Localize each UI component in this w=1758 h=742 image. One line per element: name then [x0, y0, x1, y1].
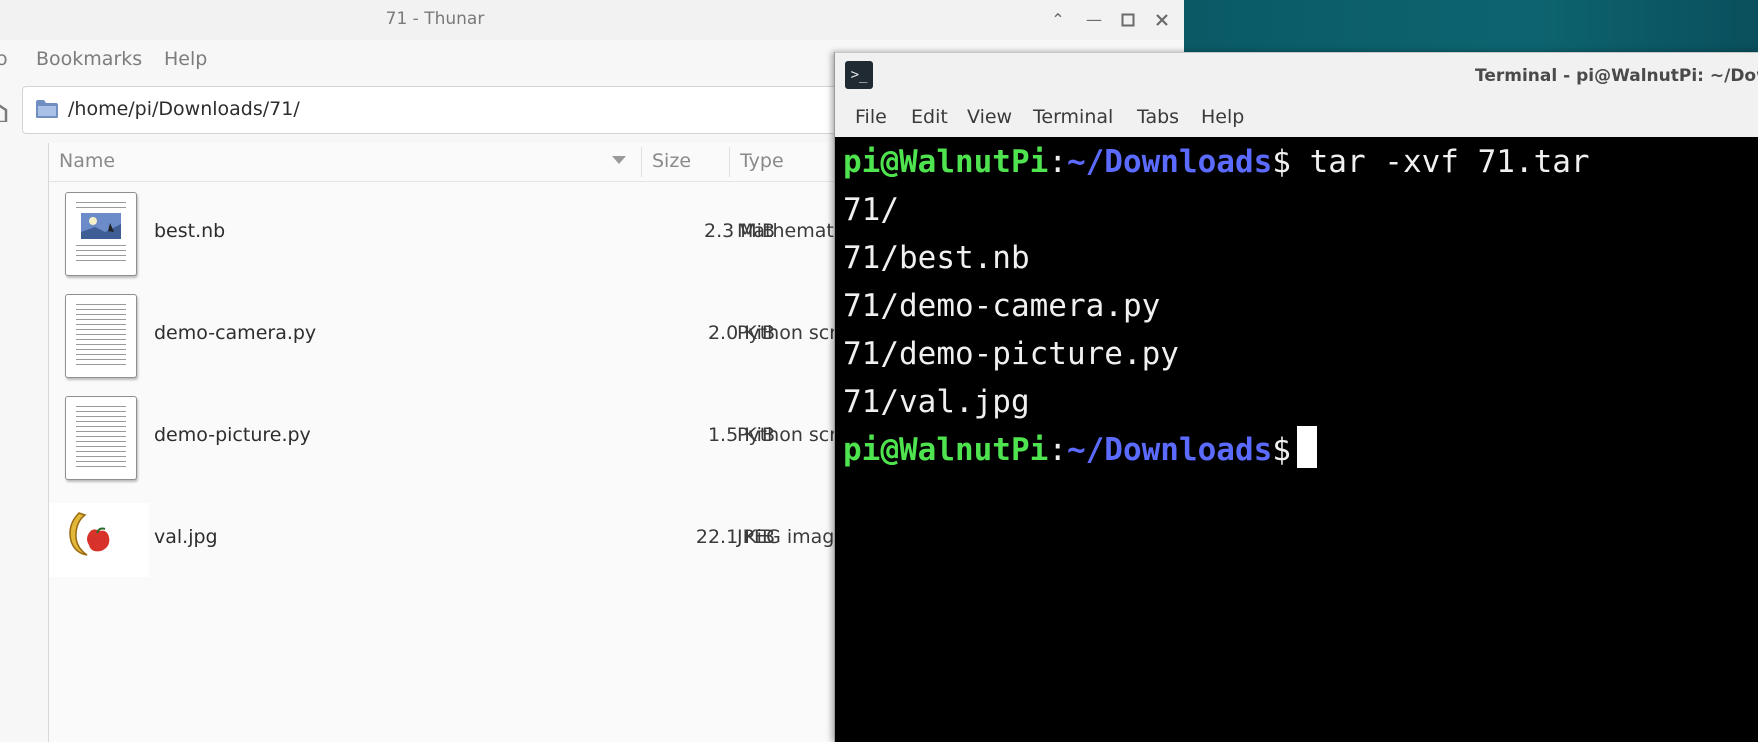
column-type[interactable]: Type: [740, 150, 784, 172]
minimize-icon[interactable]: —: [1084, 10, 1104, 30]
file-name: best.nb: [154, 220, 226, 242]
prompt-user: pi@WalnutPi: [843, 432, 1049, 468]
terminal-app-icon: >_: [845, 61, 873, 89]
output-line: 71/best.nb: [843, 240, 1030, 276]
file-type: Python scr: [737, 322, 838, 344]
prompt-path: ~/Downloads: [1066, 432, 1273, 468]
file-type: Python scr: [737, 424, 838, 446]
terminal-output[interactable]: pi@WalnutPi:~/Downloads$ tar -xvf 71.tar…: [842, 138, 1758, 742]
window-title: 71 - Thunar: [385, 9, 485, 29]
desktop-background: [1184, 0, 1758, 60]
text-document-icon: [65, 294, 137, 378]
sort-descending-icon: [612, 156, 626, 164]
prompt-separator: :: [1048, 144, 1067, 180]
menu-file[interactable]: File: [855, 106, 887, 128]
menu-view[interactable]: View: [967, 106, 1012, 128]
prompt-user: pi@WalnutPi: [843, 144, 1049, 180]
terminal-titlebar[interactable]: >_ Terminal - pi@WalnutPi: ~/Down: [835, 52, 1758, 101]
thunar-titlebar[interactable]: 71 - Thunar ⌃ —: [0, 0, 1184, 40]
prompt-dollar: $: [1272, 144, 1291, 180]
menu-tabs[interactable]: Tabs: [1137, 106, 1179, 128]
image-document-icon: [65, 192, 137, 276]
maximize-icon[interactable]: [1118, 10, 1138, 30]
menu-terminal[interactable]: Terminal: [1033, 106, 1113, 128]
folder-icon: [36, 100, 58, 118]
home-icon[interactable]: [0, 98, 12, 122]
output-line: 71/val.jpg: [843, 384, 1030, 420]
text-document-icon: [65, 396, 137, 480]
close-icon[interactable]: [1152, 10, 1172, 30]
prompt-path: ~/Downloads: [1066, 144, 1273, 180]
column-name[interactable]: Name: [59, 150, 115, 172]
menu-edit[interactable]: Edit: [911, 106, 948, 128]
file-name: demo-camera.py: [154, 322, 317, 344]
terminal-window: >_ Terminal - pi@WalnutPi: ~/Down File E…: [834, 52, 1758, 742]
output-line: 71/demo-picture.py: [843, 336, 1179, 372]
column-divider: [729, 147, 730, 177]
menu-bookmarks[interactable]: Bookmarks: [36, 48, 142, 70]
prompt-dollar: $: [1272, 432, 1291, 468]
command-text: tar -xvf 71.tar: [1290, 144, 1590, 180]
output-line: 71/: [843, 192, 899, 228]
menu-go[interactable]: o: [0, 48, 8, 70]
side-pane[interactable]: [0, 143, 49, 742]
terminal-command-line: pi@WalnutPi:~/Downloads$ tar -xvf 71.tar: [843, 138, 1590, 186]
file-name: demo-picture.py: [154, 424, 311, 446]
prompt-separator: :: [1048, 432, 1067, 468]
terminal-menubar: File Edit View Terminal Tabs Help: [835, 100, 1758, 137]
terminal-prompt-line: pi@WalnutPi:~/Downloads$: [843, 426, 1317, 474]
text-cursor: [1296, 426, 1317, 468]
terminal-title: Terminal - pi@WalnutPi: ~/Down: [1475, 66, 1758, 86]
menu-help[interactable]: Help: [164, 48, 207, 70]
location-path: /home/pi/Downloads/71/: [68, 98, 300, 120]
output-line: 71/demo-camera.py: [843, 288, 1161, 324]
menu-help[interactable]: Help: [1201, 106, 1244, 128]
file-name: val.jpg: [154, 526, 218, 548]
image-thumbnail-icon: [49, 489, 149, 591]
file-type: Mathemat: [737, 220, 834, 242]
column-size[interactable]: Size: [652, 150, 691, 172]
column-divider: [641, 147, 642, 177]
file-type: JPEG image: [737, 526, 847, 548]
chevron-up-icon[interactable]: ⌃: [1048, 10, 1068, 30]
